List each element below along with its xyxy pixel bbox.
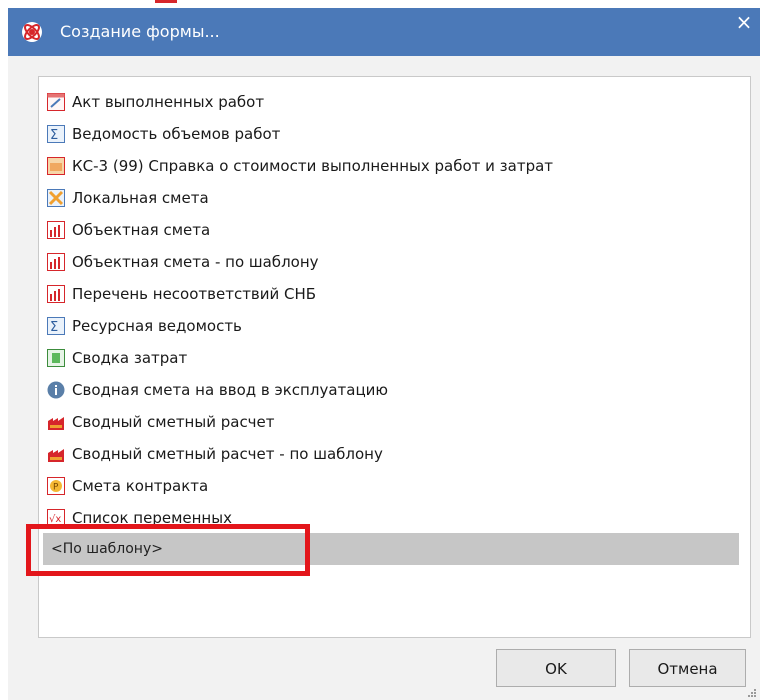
bar-chart-icon bbox=[47, 221, 65, 239]
list-item-label: Список переменных bbox=[72, 509, 232, 527]
list-item[interactable]: Σ Ресурсная ведомость bbox=[47, 312, 747, 340]
sigma-volume-icon: Σ bbox=[47, 317, 65, 335]
svg-text:√x: √x bbox=[49, 514, 61, 525]
list-item[interactable]: Σ Ведомость объемов работ bbox=[47, 120, 747, 148]
list-item[interactable]: Объектная смета bbox=[47, 216, 747, 244]
form-type-list[interactable]: Акт выполненных работ Σ Ведомость объемо… bbox=[38, 76, 751, 638]
list-item[interactable]: КС-3 (99) Справка о стоимости выполненны… bbox=[47, 152, 747, 180]
bar-chart-icon bbox=[47, 253, 65, 271]
list-item-label: Сводка затрат bbox=[72, 349, 188, 367]
list-item-label: Смета контракта bbox=[72, 477, 209, 495]
list-item-label: Сводный сметный расчет - по шаблону bbox=[72, 445, 383, 463]
list-item-label: КС-3 (99) Справка о стоимости выполненны… bbox=[72, 157, 554, 175]
create-form-dialog: Создание формы... × Акт выполненных рабо… bbox=[8, 8, 760, 700]
coin-icon: P bbox=[47, 477, 65, 495]
list-item-label: Объектная смета - по шаблону bbox=[72, 253, 319, 271]
annotation-fragment bbox=[155, 0, 177, 3]
list-item-label: Ведомость объемов работ bbox=[72, 125, 281, 143]
resize-grip-icon[interactable] bbox=[748, 689, 756, 697]
ks3-form-icon bbox=[47, 157, 65, 175]
bar-chart-icon bbox=[47, 285, 65, 303]
list-item-label: Ресурсная ведомость bbox=[72, 317, 242, 335]
cancel-button[interactable]: Отмена bbox=[629, 649, 746, 687]
app-logo-icon bbox=[22, 22, 42, 42]
factory-icon bbox=[48, 449, 64, 462]
list-item-label: Объектная смета bbox=[72, 221, 211, 239]
sigma-volume-icon: Σ bbox=[47, 125, 65, 143]
list-item[interactable]: Сводный сметный расчет bbox=[47, 408, 747, 436]
window-title: Создание формы... bbox=[60, 22, 220, 41]
list-item-label: Акт выполненных работ bbox=[72, 93, 265, 111]
list-item[interactable]: Сводный сметный расчет - по шаблону bbox=[47, 440, 747, 468]
list-item[interactable]: Объектная смета - по шаблону bbox=[47, 248, 747, 276]
list-item[interactable]: Перечень несоответствий СНБ bbox=[47, 280, 747, 308]
variables-icon: √x bbox=[47, 509, 65, 527]
background-strip bbox=[0, 0, 760, 8]
list-item-label: Локальная смета bbox=[72, 189, 209, 207]
act-document-icon bbox=[47, 93, 65, 111]
close-button[interactable]: × bbox=[733, 11, 755, 33]
close-icon: × bbox=[735, 10, 753, 34]
list-item[interactable]: Локальная смета bbox=[47, 184, 747, 212]
list-item[interactable]: Сводная смета на ввод в эксплуатацию bbox=[47, 376, 747, 404]
svg-text:P: P bbox=[53, 483, 59, 493]
list-item[interactable]: Сводка затрат bbox=[47, 344, 747, 372]
list-item-label: Сводная смета на ввод в эксплуатацию bbox=[72, 381, 389, 399]
title-bar: Создание формы... × bbox=[8, 8, 760, 56]
local-estimate-icon bbox=[47, 189, 65, 207]
ok-button[interactable]: OK bbox=[496, 649, 616, 687]
list-item[interactable]: √x Список переменных bbox=[47, 504, 747, 532]
factory-icon bbox=[48, 417, 64, 430]
svg-text:Σ: Σ bbox=[50, 128, 58, 143]
svg-text:Σ: Σ bbox=[50, 320, 58, 335]
template-option-row[interactable]: <По шаблону> bbox=[43, 533, 739, 565]
list-item[interactable]: P Смета контракта bbox=[47, 472, 747, 500]
list-item-label: Перечень несоответствий СНБ bbox=[72, 285, 317, 303]
list-item[interactable]: Акт выполненных работ bbox=[47, 88, 747, 116]
list-item-label: Сводный сметный расчет bbox=[72, 413, 275, 431]
cost-summary-icon bbox=[47, 349, 65, 367]
info-icon bbox=[47, 381, 65, 399]
